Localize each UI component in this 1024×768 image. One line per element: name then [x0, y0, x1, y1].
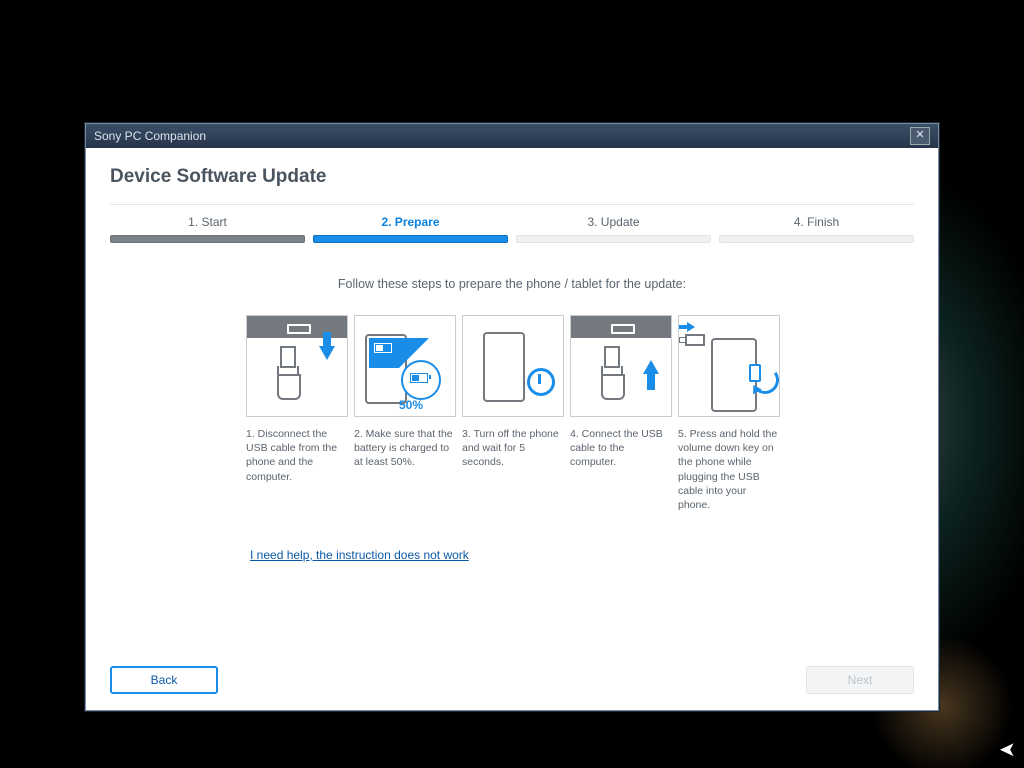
prepare-card-4: 4. Connect the USB cable to the computer… [570, 315, 670, 512]
prepare-card-1: 1. Disconnect the USB cable from the pho… [246, 315, 346, 512]
step-label: 2. Prepare [313, 215, 508, 229]
page-heading: Device Software Update [110, 166, 914, 188]
step-bar [516, 235, 711, 243]
step-label: 3. Update [516, 215, 711, 229]
close-button[interactable]: ✕ [910, 127, 930, 145]
battery-charge-icon: 50% [354, 315, 456, 417]
step-prepare: 2. Prepare [313, 215, 508, 243]
title-bar: Sony PC Companion ✕ [86, 124, 938, 148]
back-button[interactable]: Back [110, 666, 218, 694]
instruction-text: Follow these steps to prepare the phone … [110, 277, 914, 291]
power-off-icon [462, 315, 564, 417]
step-bar [313, 235, 508, 243]
progress-stepper: 1. Start 2. Prepare 3. Update 4. Finish [110, 215, 914, 243]
card-text: 4. Connect the USB cable to the computer… [570, 427, 670, 470]
battery-percent: 50% [399, 398, 423, 412]
disconnect-usb-icon [246, 315, 348, 417]
window-title: Sony PC Companion [94, 124, 206, 148]
step-update: 3. Update [516, 215, 711, 243]
step-start: 1. Start [110, 215, 305, 243]
card-text: 5. Press and hold the volume down key on… [678, 427, 778, 512]
footer: Back Next [110, 666, 914, 694]
connect-usb-icon [570, 315, 672, 417]
mouse-cursor: ➤ [999, 737, 1016, 762]
card-text: 3. Turn off the phone and wait for 5 sec… [462, 427, 562, 470]
card-text: 2. Make sure that the battery is charged… [354, 427, 454, 470]
prepare-card-3: 3. Turn off the phone and wait for 5 sec… [462, 315, 562, 512]
step-bar [719, 235, 914, 243]
prepare-steps: 1. Disconnect the USB cable from the pho… [110, 315, 914, 512]
prepare-card-2: 50% 2. Make sure that the battery is cha… [354, 315, 454, 512]
step-finish: 4. Finish [719, 215, 914, 243]
divider [110, 204, 914, 205]
next-button: Next [806, 666, 914, 694]
volume-down-plug-icon [678, 315, 780, 417]
step-bar [110, 235, 305, 243]
prepare-card-5: 5. Press and hold the volume down key on… [678, 315, 778, 512]
app-window: Sony PC Companion ✕ Device Software Upda… [85, 123, 939, 711]
help-link[interactable]: I need help, the instruction does not wo… [250, 548, 469, 562]
step-label: 4. Finish [719, 215, 914, 229]
card-text: 1. Disconnect the USB cable from the pho… [246, 427, 346, 484]
content-area: Device Software Update 1. Start 2. Prepa… [86, 148, 938, 564]
step-label: 1. Start [110, 215, 305, 229]
